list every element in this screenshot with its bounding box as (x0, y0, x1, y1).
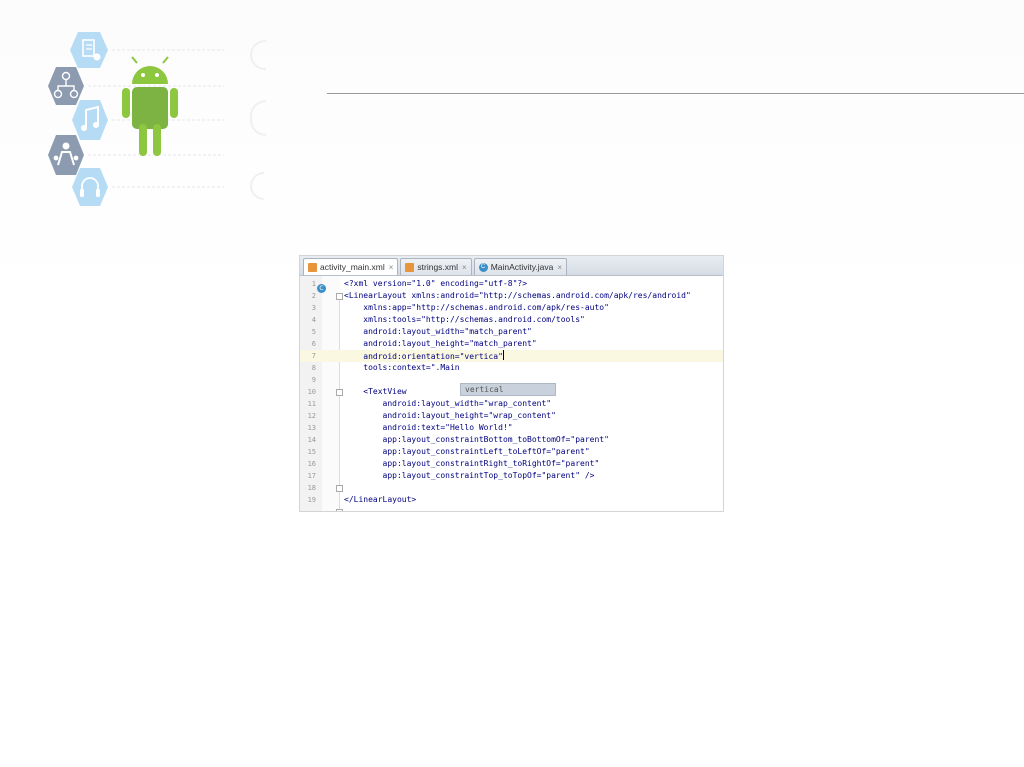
slide: activity_main.xml × strings.xml × C Main… (0, 0, 1024, 767)
close-icon[interactable]: × (389, 263, 394, 272)
music-hex-icon (72, 100, 108, 140)
tab-label: strings.xml (417, 262, 459, 272)
line-number: 8 (311, 364, 316, 372)
code-line[interactable]: 2 <LinearLayout xmlns:android="http://sch… (300, 290, 723, 302)
line-number: 4 (311, 316, 316, 324)
line-number: 3 (311, 304, 316, 312)
code-line[interactable]: 19 </LinearLayout> (300, 494, 723, 506)
code-line[interactable]: 7 android:orientation="vertica" (300, 350, 723, 362)
code-text: <TextView (344, 387, 407, 396)
code-line[interactable]: 1 <?xml version="1.0" encoding="utf-8"?> (300, 278, 723, 290)
line-number: 13 (307, 424, 316, 432)
code-text: app:layout_constraintBottom_toBottomOf="… (344, 435, 609, 444)
code-text: app:layout_constraintLeft_toLeftOf="pare… (344, 447, 590, 456)
xml-file-icon (308, 262, 317, 272)
code-text: android:text="Hello World!" (344, 423, 513, 432)
code-text: xmlns:app="http://schemas.android.com/ap… (344, 303, 609, 312)
autocomplete-item[interactable]: vertical (465, 385, 504, 394)
java-class-icon: C (478, 262, 488, 272)
code-text: tools:context=".Main (344, 363, 460, 372)
line-number: 14 (307, 436, 316, 444)
code-text: app:layout_constraintTop_toTopOf="parent… (344, 471, 595, 480)
editor-tab-bar: activity_main.xml × strings.xml × C Main… (300, 256, 723, 276)
code-text: android:layout_width="match_parent" (344, 327, 532, 336)
code-text: </LinearLayout> (344, 495, 417, 504)
code-text: app:layout_constraintRight_toRightOf="pa… (344, 459, 600, 468)
line-number: 12 (307, 412, 316, 420)
code-editor[interactable]: 1 <?xml version="1.0" encoding="utf-8"?> 2… (300, 276, 723, 511)
android-robot-icon (122, 56, 178, 156)
line-number: 6 (311, 340, 316, 348)
close-icon[interactable]: × (557, 263, 562, 272)
ide-editor-window: activity_main.xml × strings.xml × C Main… (299, 255, 724, 512)
autocomplete-popup[interactable]: vertical (460, 383, 556, 396)
code-text: <?xml version="1.0" encoding="utf-8"?> (344, 279, 528, 288)
people-hex-icon (48, 135, 84, 175)
code-line[interactable]: 17 app:layout_constraintTop_toTopOf="par… (300, 470, 723, 482)
fold-toggle-icon[interactable] (336, 509, 343, 511)
tab-strings-xml[interactable]: strings.xml × (400, 258, 472, 275)
line-number: 15 (307, 448, 316, 456)
line-number: 16 (307, 460, 316, 468)
code-line[interactable]: 15 app:layout_constraintLeft_toLeftOf="p… (300, 446, 723, 458)
document-hex-icon (70, 32, 108, 68)
code-line[interactable]: 12 android:layout_height="wrap_content" (300, 410, 723, 422)
code-line[interactable]: 3 xmlns:app="http://schemas.android.com/… (300, 302, 723, 314)
code-line[interactable]: 18 (300, 482, 723, 494)
code-text: android:layout_height="wrap_content" (344, 411, 556, 420)
line-number: 1 (311, 280, 316, 288)
code-text: <LinearLayout xmlns:android="http://sche… (344, 291, 691, 300)
code-line[interactable]: 16 app:layout_constraintRight_toRightOf=… (300, 458, 723, 470)
code-line[interactable]: 8 tools:context=".Main (300, 362, 723, 374)
close-icon[interactable]: × (462, 263, 467, 272)
code-line[interactable]: 6 android:layout_height="match_parent" (300, 338, 723, 350)
headphones-hex-icon (72, 168, 108, 206)
xml-file-icon (405, 262, 415, 272)
line-number: 9 (311, 376, 316, 384)
code-text: android:layout_height="match_parent" (344, 339, 537, 348)
line-number: 11 (307, 400, 316, 408)
code-line[interactable]: 13 android:text="Hello World!" (300, 422, 723, 434)
line-number: 7 (311, 352, 316, 360)
text-caret (502, 350, 504, 360)
code-line[interactable]: 4 xmlns:tools="http://schemas.android.co… (300, 314, 723, 326)
line-number: 18 (307, 484, 316, 492)
code-line[interactable]: 11 android:layout_width="wrap_content" (300, 398, 723, 410)
network-hex-icon (48, 67, 84, 105)
code-text: xmlns:tools="http://schemas.android.com/… (344, 315, 585, 324)
android-decoration (48, 32, 224, 206)
line-number: 19 (307, 496, 316, 504)
tab-label: MainActivity.java (490, 262, 554, 272)
class-gutter-icon[interactable]: C (317, 284, 326, 293)
title-divider (327, 93, 1024, 94)
code-text: android:layout_width="wrap_content" (344, 399, 552, 408)
code-line[interactable]: 5 android:layout_width="match_parent" (300, 326, 723, 338)
line-number: 5 (311, 328, 316, 336)
line-number: 17 (307, 472, 316, 480)
code-line[interactable]: 14 app:layout_constraintBottom_toBottomO… (300, 434, 723, 446)
line-number: 2 (311, 292, 316, 300)
tab-mainactivity-java[interactable]: C MainActivity.java × (473, 258, 568, 275)
line-number: 10 (307, 388, 316, 396)
tab-activity-main-xml[interactable]: activity_main.xml × (303, 258, 399, 275)
tab-label: activity_main.xml (320, 262, 385, 272)
